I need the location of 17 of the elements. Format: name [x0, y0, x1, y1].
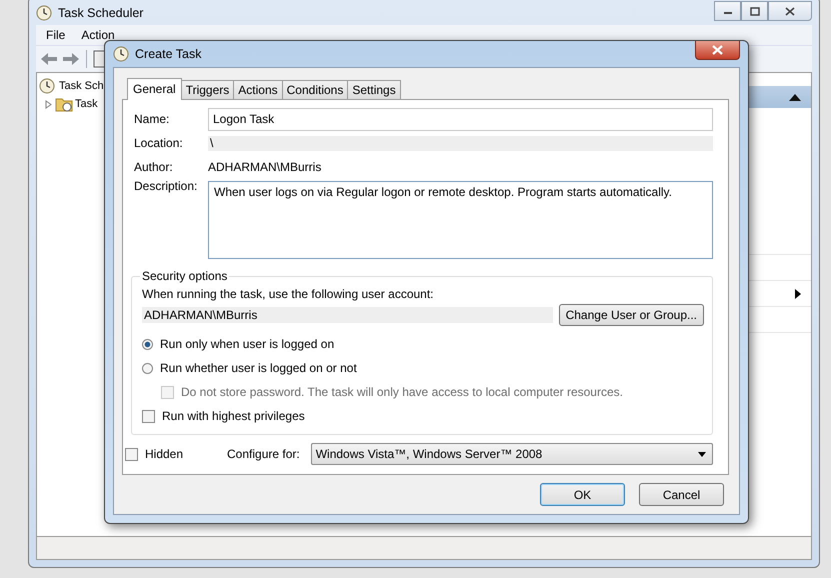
field-label: Author: [134, 160, 174, 174]
account-field: ADHARMAN\MBurris [142, 307, 553, 323]
account-label: When running the task, use the following user account: [142, 287, 435, 301]
field-label: Description: [134, 179, 198, 193]
option-label: Do not store password. The task will only have access to local computer resources. [181, 385, 623, 399]
field-label: Name: [134, 112, 170, 126]
option-label: Run only when user is logged on [160, 337, 334, 351]
option-label: Run with highest privileges [162, 409, 305, 423]
field-label: Location: [134, 136, 184, 150]
field-label: Configure for: [227, 447, 300, 461]
window-title: Task Scheduler [58, 6, 144, 20]
option-label: Run whether user is logged on or not [160, 361, 357, 375]
author-value: ADHARMAN\MBurris [208, 160, 322, 174]
dialog-title: Create Task [135, 47, 202, 61]
location-field: \ [208, 136, 713, 150]
group-title: Security options [141, 269, 228, 283]
checkbox-label: Hidden [145, 447, 184, 461]
